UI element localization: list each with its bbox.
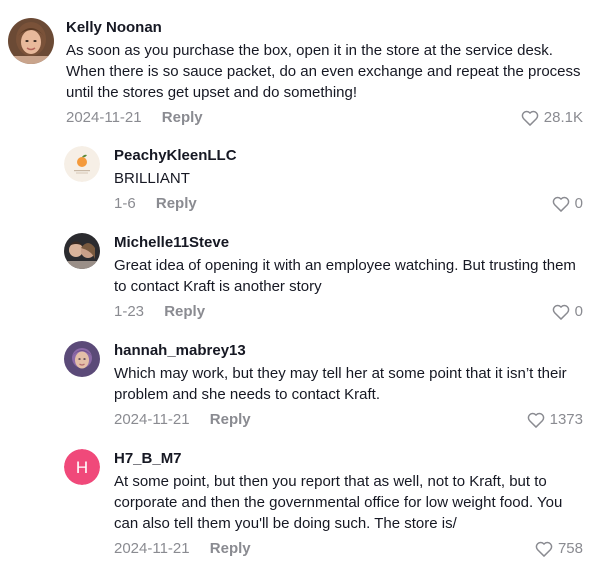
avatar[interactable] [8,18,54,64]
heart-outline-icon [521,110,539,126]
comment-body: Kelly Noonan As soon as you purchase the… [66,18,583,129]
comment-username[interactable]: hannah_mabrey13 [114,341,583,361]
comment-date: 2024-11-21 [66,109,142,126]
heart-outline-icon [552,304,569,320]
comment-text: Which may work, but they may tell her at… [114,365,567,403]
like-button[interactable]: 0 [551,301,583,323]
avatar-photo [8,18,54,64]
comment-meta: 1-6 Reply 0 [114,193,583,215]
like-count: 0 [574,195,583,212]
reply-button[interactable]: Reply [210,538,251,560]
comment-meta: 2024-11-21 Reply 758 [114,538,583,560]
avatar[interactable] [64,341,100,377]
heart-outline-icon [527,412,544,428]
comment-date: 1-6 [114,195,136,212]
like-count: 0 [574,303,583,320]
comment-text: As soon as you purchase the box, open it… [66,42,581,101]
comment-body: PeachyKleenLLC BRILLIANT 1-6 Reply 0 [114,146,583,215]
comment-username[interactable]: Kelly Noonan [66,18,583,38]
reply-button[interactable]: Reply [210,409,251,431]
comment-username[interactable]: H7_B_M7 [114,449,583,469]
comment-body: H7_B_M7 At some point, but then you repo… [114,449,583,560]
avatar-photo [64,233,100,269]
comment-meta: 2024-11-21 Reply 28.1K [66,107,583,129]
like-button[interactable]: 28.1K [520,107,583,129]
like-count: 28.1K [543,109,583,126]
heart-outline-icon [552,196,569,212]
comment-date: 1-23 [114,303,145,320]
reply-button[interactable]: Reply [156,193,197,215]
like-count: 1373 [549,411,583,428]
reply-button[interactable]: Reply [162,107,203,129]
comment-text: BRILLIANT [114,170,190,187]
comment-date: 2024-11-21 [114,411,190,428]
comment-text: At some point, but then you report that … [114,473,563,532]
comment-body: Michelle11Steve Great idea of opening it… [114,233,583,323]
like-count: 758 [557,540,583,557]
heart-outline-icon [535,541,553,557]
comment-body: hannah_mabrey13 Which may work, but they… [114,341,583,431]
comment-meta: 2024-11-21 Reply 1373 [114,409,583,431]
avatar[interactable] [64,233,100,269]
peach-logo-icon [64,146,100,182]
comment-text: Great idea of opening it with an employe… [114,257,576,295]
comment-date: 2024-11-21 [114,540,190,557]
like-button[interactable]: 1373 [526,409,583,431]
avatar[interactable] [64,146,100,182]
comment-meta: 1-23 Reply 0 [114,301,583,323]
avatar[interactable]: H [64,449,100,485]
comment-username[interactable]: Michelle11Steve [114,233,583,253]
like-button[interactable]: 758 [534,538,583,560]
letter-avatar-icon: H [64,449,100,485]
reply-button[interactable]: Reply [164,301,205,323]
avatar-letter: H [76,458,88,477]
like-button[interactable]: 0 [551,193,583,215]
comment-username[interactable]: PeachyKleenLLC [114,146,583,166]
avatar-photo [64,341,100,377]
